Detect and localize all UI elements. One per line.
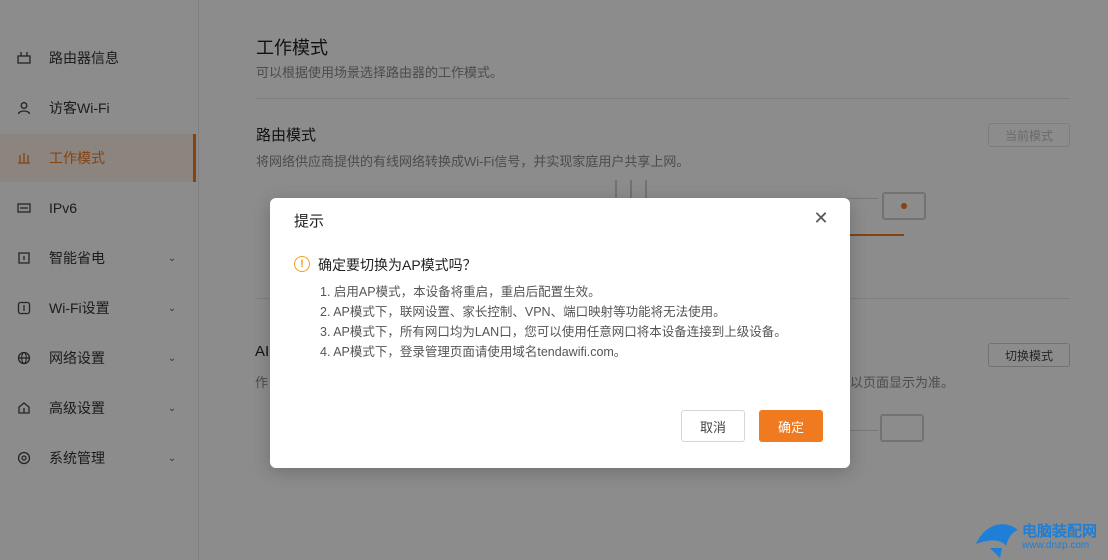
dialog-title: 提示: [294, 213, 325, 230]
list-item: 3. AP模式下，所有网口均为LAN口，您可以使用任意网口将本设备连接到上级设备…: [320, 325, 787, 339]
list-item: 2. AP模式下，联网设置、家长控制、VPN、端口映射等功能将无法使用。: [320, 305, 726, 319]
cancel-button[interactable]: 取消: [681, 410, 745, 442]
list-item: 1. 启用AP模式，本设备将重启，重启后配置生效。: [320, 285, 601, 299]
confirm-button[interactable]: 确定: [759, 410, 823, 442]
list-item: 4. AP模式下，登录管理页面请使用域名tendawifi.com。: [320, 345, 627, 359]
watermark-title: 电脑装配网: [1022, 523, 1098, 540]
app-window: 路由器信息 访客Wi-Fi 工作模式 IPv6 智能省电 ⌄ Wi-Fi设置 ⌄…: [0, 0, 1108, 560]
watermark-url: www.dnzp.com: [1022, 540, 1090, 551]
confirm-dialog: 提示 ✕ ! 确定要切换为AP模式吗？ 1. 启用AP模式，本设备将重启，重启后…: [270, 198, 850, 468]
dialog-notes: 1. 启用AP模式，本设备将重启，重启后配置生效。 2. AP模式下，联网设置、…: [320, 282, 820, 362]
dialog-question: 确定要切换为AP模式吗？: [318, 257, 477, 273]
close-icon[interactable]: ✕: [810, 207, 832, 229]
warning-icon: !: [294, 256, 310, 272]
